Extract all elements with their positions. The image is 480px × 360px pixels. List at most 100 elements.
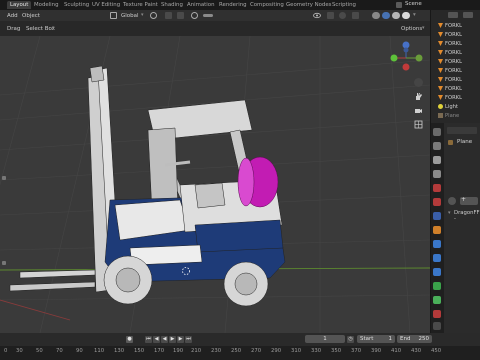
output-tab-icon[interactable] bbox=[433, 156, 441, 164]
shading-wireframe-icon[interactable] bbox=[372, 12, 380, 19]
outliner-search-icon[interactable] bbox=[463, 12, 473, 18]
tab-geometry-nodes[interactable]: Geometry Nodes bbox=[286, 1, 331, 9]
outliner-item[interactable]: FORKL bbox=[438, 85, 462, 94]
ruler-tick: 370 bbox=[351, 348, 362, 354]
proportional-edit-icon[interactable] bbox=[191, 12, 198, 19]
jump-end-icon[interactable]: ⏭ bbox=[185, 336, 192, 343]
ruler-tick: 90 bbox=[76, 348, 83, 354]
tab-texture-paint[interactable]: Texture Paint bbox=[123, 1, 158, 9]
data-tab-icon[interactable] bbox=[433, 296, 441, 304]
shading-solid-icon[interactable] bbox=[382, 12, 390, 19]
shading-material-icon[interactable] bbox=[392, 12, 400, 19]
xray-icon[interactable] bbox=[352, 12, 359, 19]
object-icon bbox=[438, 59, 443, 64]
outliner-item[interactable]: FORKL bbox=[438, 22, 462, 31]
hand-icon[interactable] bbox=[414, 92, 423, 101]
ruler-tick: 330 bbox=[311, 348, 322, 354]
collection-tab-icon[interactable] bbox=[433, 212, 441, 220]
toolbar-handle[interactable] bbox=[2, 261, 6, 265]
tool-tab-icon[interactable] bbox=[433, 128, 441, 136]
snap-target-icon[interactable] bbox=[177, 12, 184, 19]
play-reverse-icon[interactable]: ◀ bbox=[161, 336, 168, 343]
menu-add[interactable]: Add bbox=[7, 13, 18, 19]
tab-layout[interactable]: Layout bbox=[7, 1, 32, 9]
visibility-icon[interactable] bbox=[313, 12, 321, 19]
clock-icon[interactable]: ◷ bbox=[347, 336, 354, 343]
tab-scripting[interactable]: Scripting bbox=[332, 1, 356, 9]
outliner-item[interactable]: Light bbox=[438, 103, 458, 112]
prev-keyframe-icon[interactable]: ◀ bbox=[153, 336, 160, 343]
tab-animation[interactable]: Animation bbox=[187, 1, 214, 9]
outliner-item[interactable]: FORKL bbox=[438, 40, 462, 49]
ruler-tick: 170 bbox=[154, 348, 165, 354]
shading-options-icon[interactable]: ▾ bbox=[413, 12, 416, 18]
ruler-tick: 430 bbox=[411, 348, 422, 354]
record-icon[interactable]: ● bbox=[126, 336, 133, 343]
start-frame-field[interactable]: Start 1 bbox=[357, 335, 395, 343]
texture-tab-icon[interactable] bbox=[433, 322, 441, 330]
toolbar-handle[interactable] bbox=[2, 176, 6, 180]
ruler-tick: 30 bbox=[16, 348, 23, 354]
falloff-icon[interactable] bbox=[203, 14, 213, 17]
tab-uv-editing[interactable]: UV Editing bbox=[92, 1, 120, 9]
ruler-tick: 190 bbox=[173, 348, 184, 354]
outliner-item[interactable]: FORKL bbox=[438, 67, 462, 76]
object-icon bbox=[438, 23, 443, 28]
gizmo-toggle-icon[interactable] bbox=[327, 12, 334, 19]
world-tab-icon[interactable] bbox=[433, 198, 441, 206]
ruler-tick: 270 bbox=[251, 348, 262, 354]
object-name-label[interactable]: Plane bbox=[457, 139, 472, 145]
grid-gizmo[interactable] bbox=[414, 120, 423, 129]
modifier-tab-icon[interactable] bbox=[433, 240, 441, 248]
play-icon[interactable]: ▶ bbox=[169, 336, 176, 343]
transform-orientation-dropdown[interactable]: Global bbox=[121, 13, 139, 19]
material-tab-icon[interactable] bbox=[433, 310, 441, 318]
outliner-item[interactable]: FORKL bbox=[438, 58, 462, 67]
outliner-item[interactable]: FORKL bbox=[438, 31, 462, 40]
tab-sculpting[interactable]: Sculpting bbox=[64, 1, 89, 9]
shading-rendered-icon[interactable] bbox=[402, 12, 410, 19]
constraints-tab-icon[interactable] bbox=[433, 282, 441, 290]
object-icon bbox=[438, 50, 443, 55]
select-mode-dropdown[interactable]: Select Box bbox=[26, 26, 55, 32]
zoom-icon[interactable] bbox=[414, 78, 423, 87]
snap-icon[interactable] bbox=[165, 12, 172, 19]
scene-icon[interactable] bbox=[396, 2, 402, 8]
outliner-filter-icon[interactable] bbox=[448, 12, 458, 18]
current-frame-field[interactable]: 1 bbox=[305, 335, 345, 343]
render-tab-icon[interactable] bbox=[433, 142, 441, 150]
tab-compositing[interactable]: Compositing bbox=[250, 1, 284, 9]
object-tab-icon[interactable] bbox=[433, 226, 441, 234]
menu-object[interactable]: Object bbox=[22, 13, 40, 19]
overlay-toggle-icon[interactable] bbox=[339, 12, 346, 19]
tab-shading[interactable]: Shading bbox=[161, 1, 183, 9]
scene-tab-icon[interactable] bbox=[433, 184, 441, 192]
outliner-item[interactable]: FORKL bbox=[438, 49, 462, 58]
camera-icon[interactable] bbox=[414, 106, 423, 115]
object-icon bbox=[438, 77, 443, 82]
tab-rendering[interactable]: Rendering bbox=[219, 1, 247, 9]
properties-search[interactable] bbox=[447, 127, 477, 134]
tab-modeling[interactable]: Modeling bbox=[34, 1, 59, 9]
next-keyframe-icon[interactable]: ▶ bbox=[177, 336, 184, 343]
view-layer-tab-icon[interactable] bbox=[433, 170, 441, 178]
mesh-icon bbox=[448, 140, 453, 145]
chevron-down-icon: ▾ bbox=[141, 12, 144, 18]
jump-start-icon[interactable]: ⏮ bbox=[145, 336, 152, 343]
modifier-name[interactable]: DragonFF - bbox=[454, 210, 480, 222]
ruler-tick: 0 bbox=[4, 348, 8, 354]
outliner-item[interactable]: FORKL bbox=[438, 94, 462, 103]
3d-viewport[interactable] bbox=[0, 36, 430, 333]
pivot-icon[interactable] bbox=[150, 12, 157, 19]
particles-tab-icon[interactable] bbox=[433, 254, 441, 262]
physics-tab-icon[interactable] bbox=[433, 268, 441, 276]
end-frame-field[interactable]: End 250 bbox=[397, 335, 432, 343]
scene-name[interactable]: Scene bbox=[405, 1, 422, 7]
object-icon bbox=[438, 95, 443, 100]
ruler-tick: 130 bbox=[114, 348, 125, 354]
outliner-item[interactable]: Plane bbox=[438, 112, 459, 121]
outliner-item[interactable]: FORKL bbox=[438, 76, 462, 85]
options-dropdown[interactable]: Options bbox=[401, 26, 422, 32]
wrench-icon[interactable] bbox=[448, 197, 456, 205]
navigation-gizmo[interactable] bbox=[389, 41, 423, 75]
